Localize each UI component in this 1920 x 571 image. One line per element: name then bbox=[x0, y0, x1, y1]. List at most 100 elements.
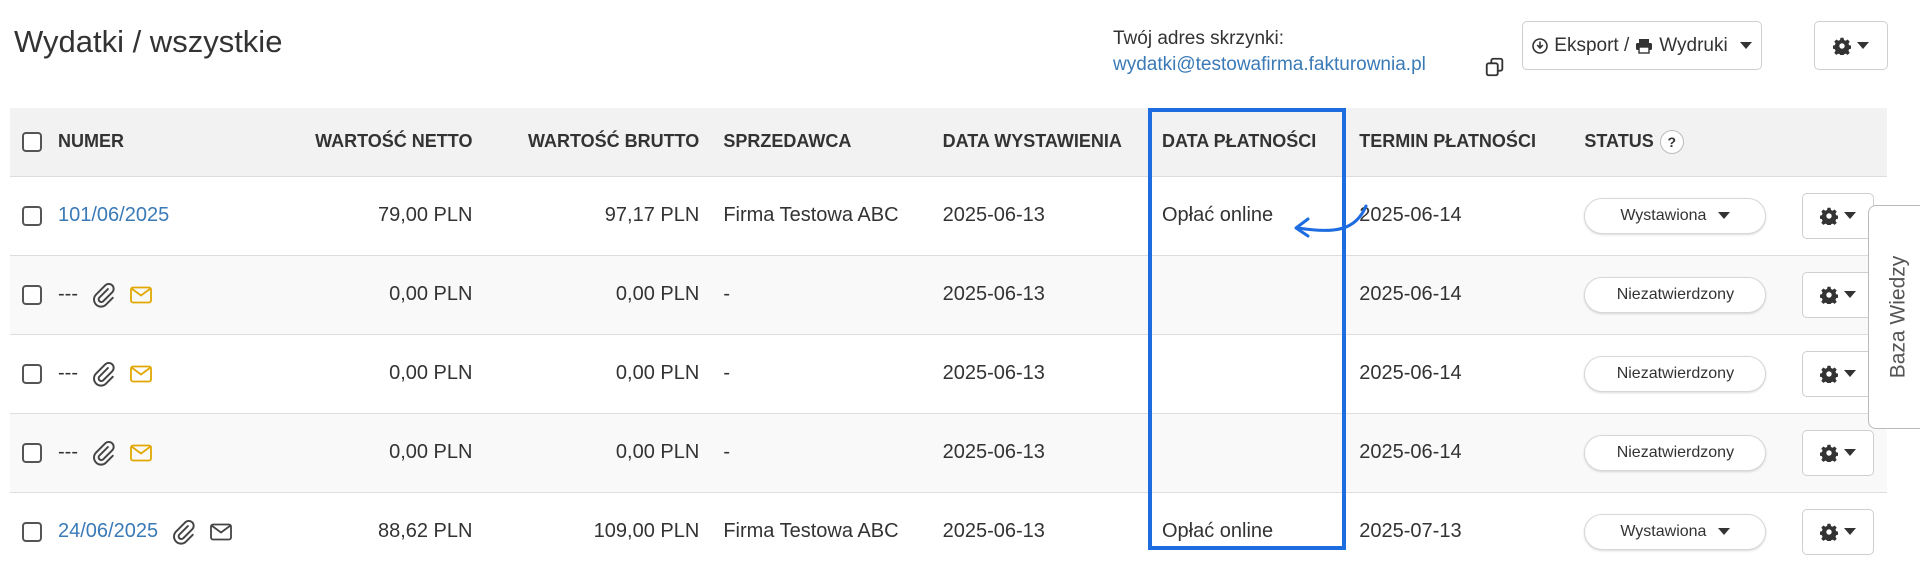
status-label: Niezatwierdzony bbox=[1616, 364, 1735, 382]
cell-status: Niezatwierdzony bbox=[1572, 254, 1790, 334]
gear-icon bbox=[1819, 444, 1838, 462]
cell-actions bbox=[1789, 491, 1887, 571]
table-row: --- 0,00 PLN 0,00 PLN - 2025-06-13 2025-… bbox=[10, 333, 1887, 413]
gear-icon bbox=[1819, 286, 1838, 304]
status-label: Niezatwierdzony bbox=[1616, 285, 1735, 303]
column-header-number[interactable]: NUMER bbox=[10, 108, 259, 176]
knowledge-base-label: Baza Wiedzy bbox=[1886, 255, 1910, 379]
table-row: 101/06/2025 79,00 PLN 97,17 PLN Firma Te… bbox=[10, 175, 1887, 255]
column-header-actions bbox=[1789, 108, 1887, 176]
cell-netto: 88,62 PLN bbox=[258, 491, 485, 571]
export-print-button[interactable]: Eksport / Wydruki bbox=[1522, 21, 1762, 70]
cell-brutto: 0,00 PLN bbox=[484, 412, 712, 492]
select-all-checkbox[interactable] bbox=[22, 132, 42, 153]
cell-netto: 0,00 PLN bbox=[258, 412, 485, 492]
cell-netto: 0,00 PLN bbox=[258, 254, 485, 334]
cell-seller: - bbox=[711, 333, 931, 413]
cell-number: 24/06/2025 bbox=[10, 491, 259, 571]
envelope-icon[interactable] bbox=[130, 444, 152, 462]
envelope-icon[interactable] bbox=[210, 523, 233, 541]
column-header-netto[interactable]: WARTOŚĆ NETTO bbox=[258, 108, 485, 176]
row-checkbox[interactable] bbox=[22, 205, 42, 226]
cell-netto: 0,00 PLN bbox=[258, 333, 485, 413]
column-header-status[interactable]: STATUS? bbox=[1572, 108, 1790, 176]
cell-issue-date: 2025-06-13 bbox=[930, 254, 1150, 334]
invoice-number: --- bbox=[58, 283, 78, 305]
paperclip-icon[interactable] bbox=[90, 440, 116, 466]
cell-payment-date bbox=[1149, 412, 1348, 492]
row-checkbox[interactable] bbox=[22, 521, 42, 542]
caret-down-icon bbox=[1718, 528, 1731, 536]
caret-down-icon bbox=[1857, 42, 1869, 49]
envelope-icon[interactable] bbox=[130, 365, 152, 383]
cell-payment-date bbox=[1149, 254, 1348, 334]
caret-down-icon bbox=[1843, 370, 1856, 377]
status-dropdown[interactable]: Wystawiona bbox=[1584, 513, 1767, 550]
expenses-table: NUMER WARTOŚĆ NETTO WARTOŚĆ BRUTTO SPRZE… bbox=[10, 108, 1887, 571]
status-dropdown[interactable]: Wystawiona bbox=[1584, 197, 1767, 234]
row-actions-button[interactable] bbox=[1801, 350, 1874, 397]
printer-icon bbox=[1636, 38, 1653, 54]
invoice-number-link[interactable]: 101/06/2025 bbox=[58, 204, 169, 227]
paperclip-icon[interactable] bbox=[90, 282, 116, 308]
row-actions-button[interactable] bbox=[1801, 192, 1874, 239]
cell-status: Niezatwierdzony bbox=[1572, 333, 1790, 413]
mailbox-email-link[interactable]: wydatki@testowafirma.fakturownia.pl bbox=[1113, 52, 1426, 78]
gear-icon bbox=[1819, 523, 1838, 541]
status-button[interactable]: Niezatwierdzony bbox=[1584, 276, 1767, 313]
row-checkbox[interactable] bbox=[22, 284, 42, 305]
status-label: Wystawiona bbox=[1620, 522, 1707, 540]
column-header-brutto[interactable]: WARTOŚĆ BRUTTO bbox=[484, 108, 712, 176]
cell-number: --- bbox=[10, 412, 259, 492]
cell-brutto: 0,00 PLN bbox=[484, 254, 712, 334]
row-actions-button[interactable] bbox=[1801, 429, 1874, 476]
cell-seller: - bbox=[711, 254, 931, 334]
cell-status: Niezatwierdzony bbox=[1572, 412, 1790, 492]
pay-online-link[interactable]: Opłać online bbox=[1149, 491, 1348, 571]
column-header-due-date[interactable]: TERMIN PŁATNOŚCI bbox=[1347, 108, 1573, 176]
copy-icon[interactable] bbox=[1484, 56, 1506, 78]
cell-seller: - bbox=[711, 412, 931, 492]
cell-issue-date: 2025-06-13 bbox=[930, 491, 1150, 571]
knowledge-base-tab[interactable]: Baza Wiedzy bbox=[1868, 205, 1920, 429]
row-checkbox[interactable] bbox=[22, 363, 42, 384]
cell-due-date: 2025-06-14 bbox=[1347, 333, 1573, 413]
invoice-number: --- bbox=[58, 362, 78, 384]
paperclip-icon[interactable] bbox=[170, 519, 196, 545]
cell-brutto: 109,00 PLN bbox=[484, 491, 712, 571]
gear-icon bbox=[1819, 207, 1838, 225]
mailbox-info: Twój adres skrzynki: wydatki@testowafirm… bbox=[1113, 26, 1426, 78]
table-row: --- 0,00 PLN 0,00 PLN - 2025-06-13 2025-… bbox=[10, 254, 1887, 334]
table-row: 24/06/2025 88,62 PLN 109,00 PLN Firma Te… bbox=[10, 491, 1887, 571]
status-button[interactable]: Niezatwierdzony bbox=[1584, 355, 1767, 392]
envelope-icon[interactable] bbox=[130, 286, 152, 304]
cell-due-date: 2025-07-13 bbox=[1347, 491, 1573, 571]
cell-issue-date: 2025-06-13 bbox=[930, 333, 1150, 413]
cell-issue-date: 2025-06-13 bbox=[930, 175, 1150, 255]
row-actions-button[interactable] bbox=[1801, 271, 1874, 318]
invoice-number-link[interactable]: 24/06/2025 bbox=[58, 520, 158, 543]
caret-down-icon bbox=[1843, 212, 1856, 219]
mailbox-label: Twój adres skrzynki: bbox=[1113, 28, 1285, 49]
paperclip-icon[interactable] bbox=[90, 361, 116, 387]
settings-menu-button[interactable] bbox=[1814, 21, 1888, 70]
table-header-row: NUMER WARTOŚĆ NETTO WARTOŚĆ BRUTTO SPRZE… bbox=[10, 108, 1887, 176]
status-button[interactable]: Niezatwierdzony bbox=[1584, 434, 1767, 471]
print-label: Wydruki bbox=[1659, 34, 1728, 56]
status-help-icon[interactable]: ? bbox=[1659, 129, 1684, 154]
row-checkbox[interactable] bbox=[22, 442, 42, 463]
cell-seller: Firma Testowa ABC bbox=[711, 491, 931, 571]
column-header-payment-date[interactable]: DATA PŁATNOŚCI bbox=[1149, 108, 1348, 176]
cell-number: --- bbox=[10, 254, 259, 334]
caret-down-icon bbox=[1718, 212, 1731, 219]
download-icon bbox=[1532, 37, 1549, 54]
cell-seller: Firma Testowa ABC bbox=[711, 175, 931, 255]
pay-online-link[interactable]: Opłać online bbox=[1149, 175, 1348, 255]
column-header-seller[interactable]: SPRZEDAWCA bbox=[711, 108, 931, 176]
table-row: --- 0,00 PLN 0,00 PLN - 2025-06-13 2025-… bbox=[10, 412, 1887, 492]
column-header-issue-date[interactable]: DATA WYSTAWIENIA bbox=[930, 108, 1150, 176]
gear-icon bbox=[1833, 37, 1851, 55]
row-actions-button[interactable] bbox=[1801, 508, 1874, 555]
export-label: Eksport / bbox=[1554, 34, 1630, 56]
gear-icon bbox=[1819, 365, 1838, 383]
